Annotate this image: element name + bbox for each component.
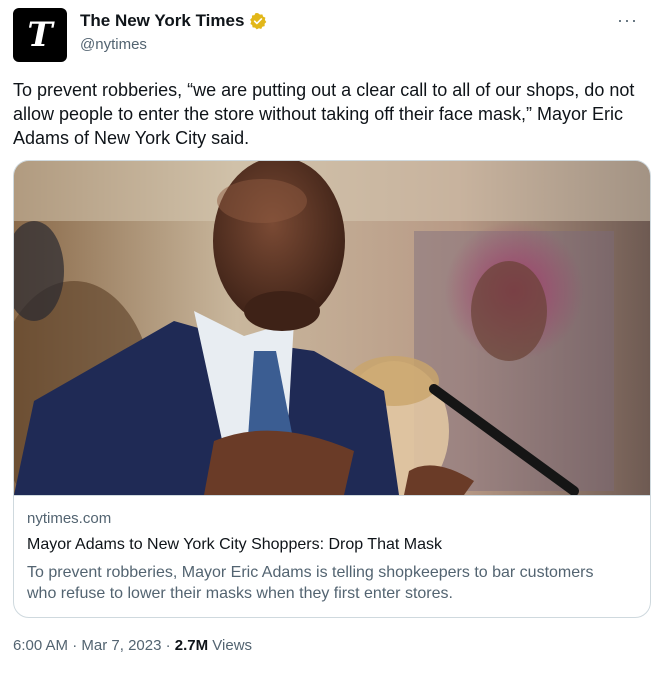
footer-separator: · <box>68 637 82 654</box>
nyt-logo-icon: T <box>27 15 53 55</box>
link-card[interactable]: nytimes.com Mayor Adams to New York City… <box>13 160 651 618</box>
handle[interactable]: @nytimes <box>80 36 147 53</box>
more-options-icon[interactable]: ··· <box>617 10 638 31</box>
tweet-date[interactable]: Mar 7, 2023 <box>81 637 161 654</box>
card-meta: nytimes.com Mayor Adams to New York City… <box>14 495 650 617</box>
tweet-time[interactable]: 6:00 AM <box>13 637 68 654</box>
verified-badge-icon[interactable] <box>249 12 267 30</box>
avatar[interactable]: T <box>13 8 67 62</box>
author-name-row: The New York Times <box>80 11 267 31</box>
display-name[interactable]: The New York Times <box>80 11 244 31</box>
card-domain: nytimes.com <box>27 510 112 527</box>
views-count[interactable]: 2.7M <box>175 637 208 654</box>
tweet[interactable]: T The New York Times @nytimes ··· To pre… <box>0 0 656 674</box>
footer-separator: · <box>161 637 175 654</box>
views-label: Views <box>208 637 253 654</box>
photo-illustration <box>14 161 650 495</box>
tweet-text: To prevent robberies, “we are putting ou… <box>13 80 635 148</box>
card-title[interactable]: Mayor Adams to New York City Shoppers: D… <box>27 536 442 554</box>
card-image[interactable] <box>14 161 650 495</box>
card-description: To prevent robberies, Mayor Eric Adams i… <box>27 564 594 602</box>
tweet-footer: 6:00 AM · Mar 7, 2023 · 2.7M Views <box>13 637 252 654</box>
